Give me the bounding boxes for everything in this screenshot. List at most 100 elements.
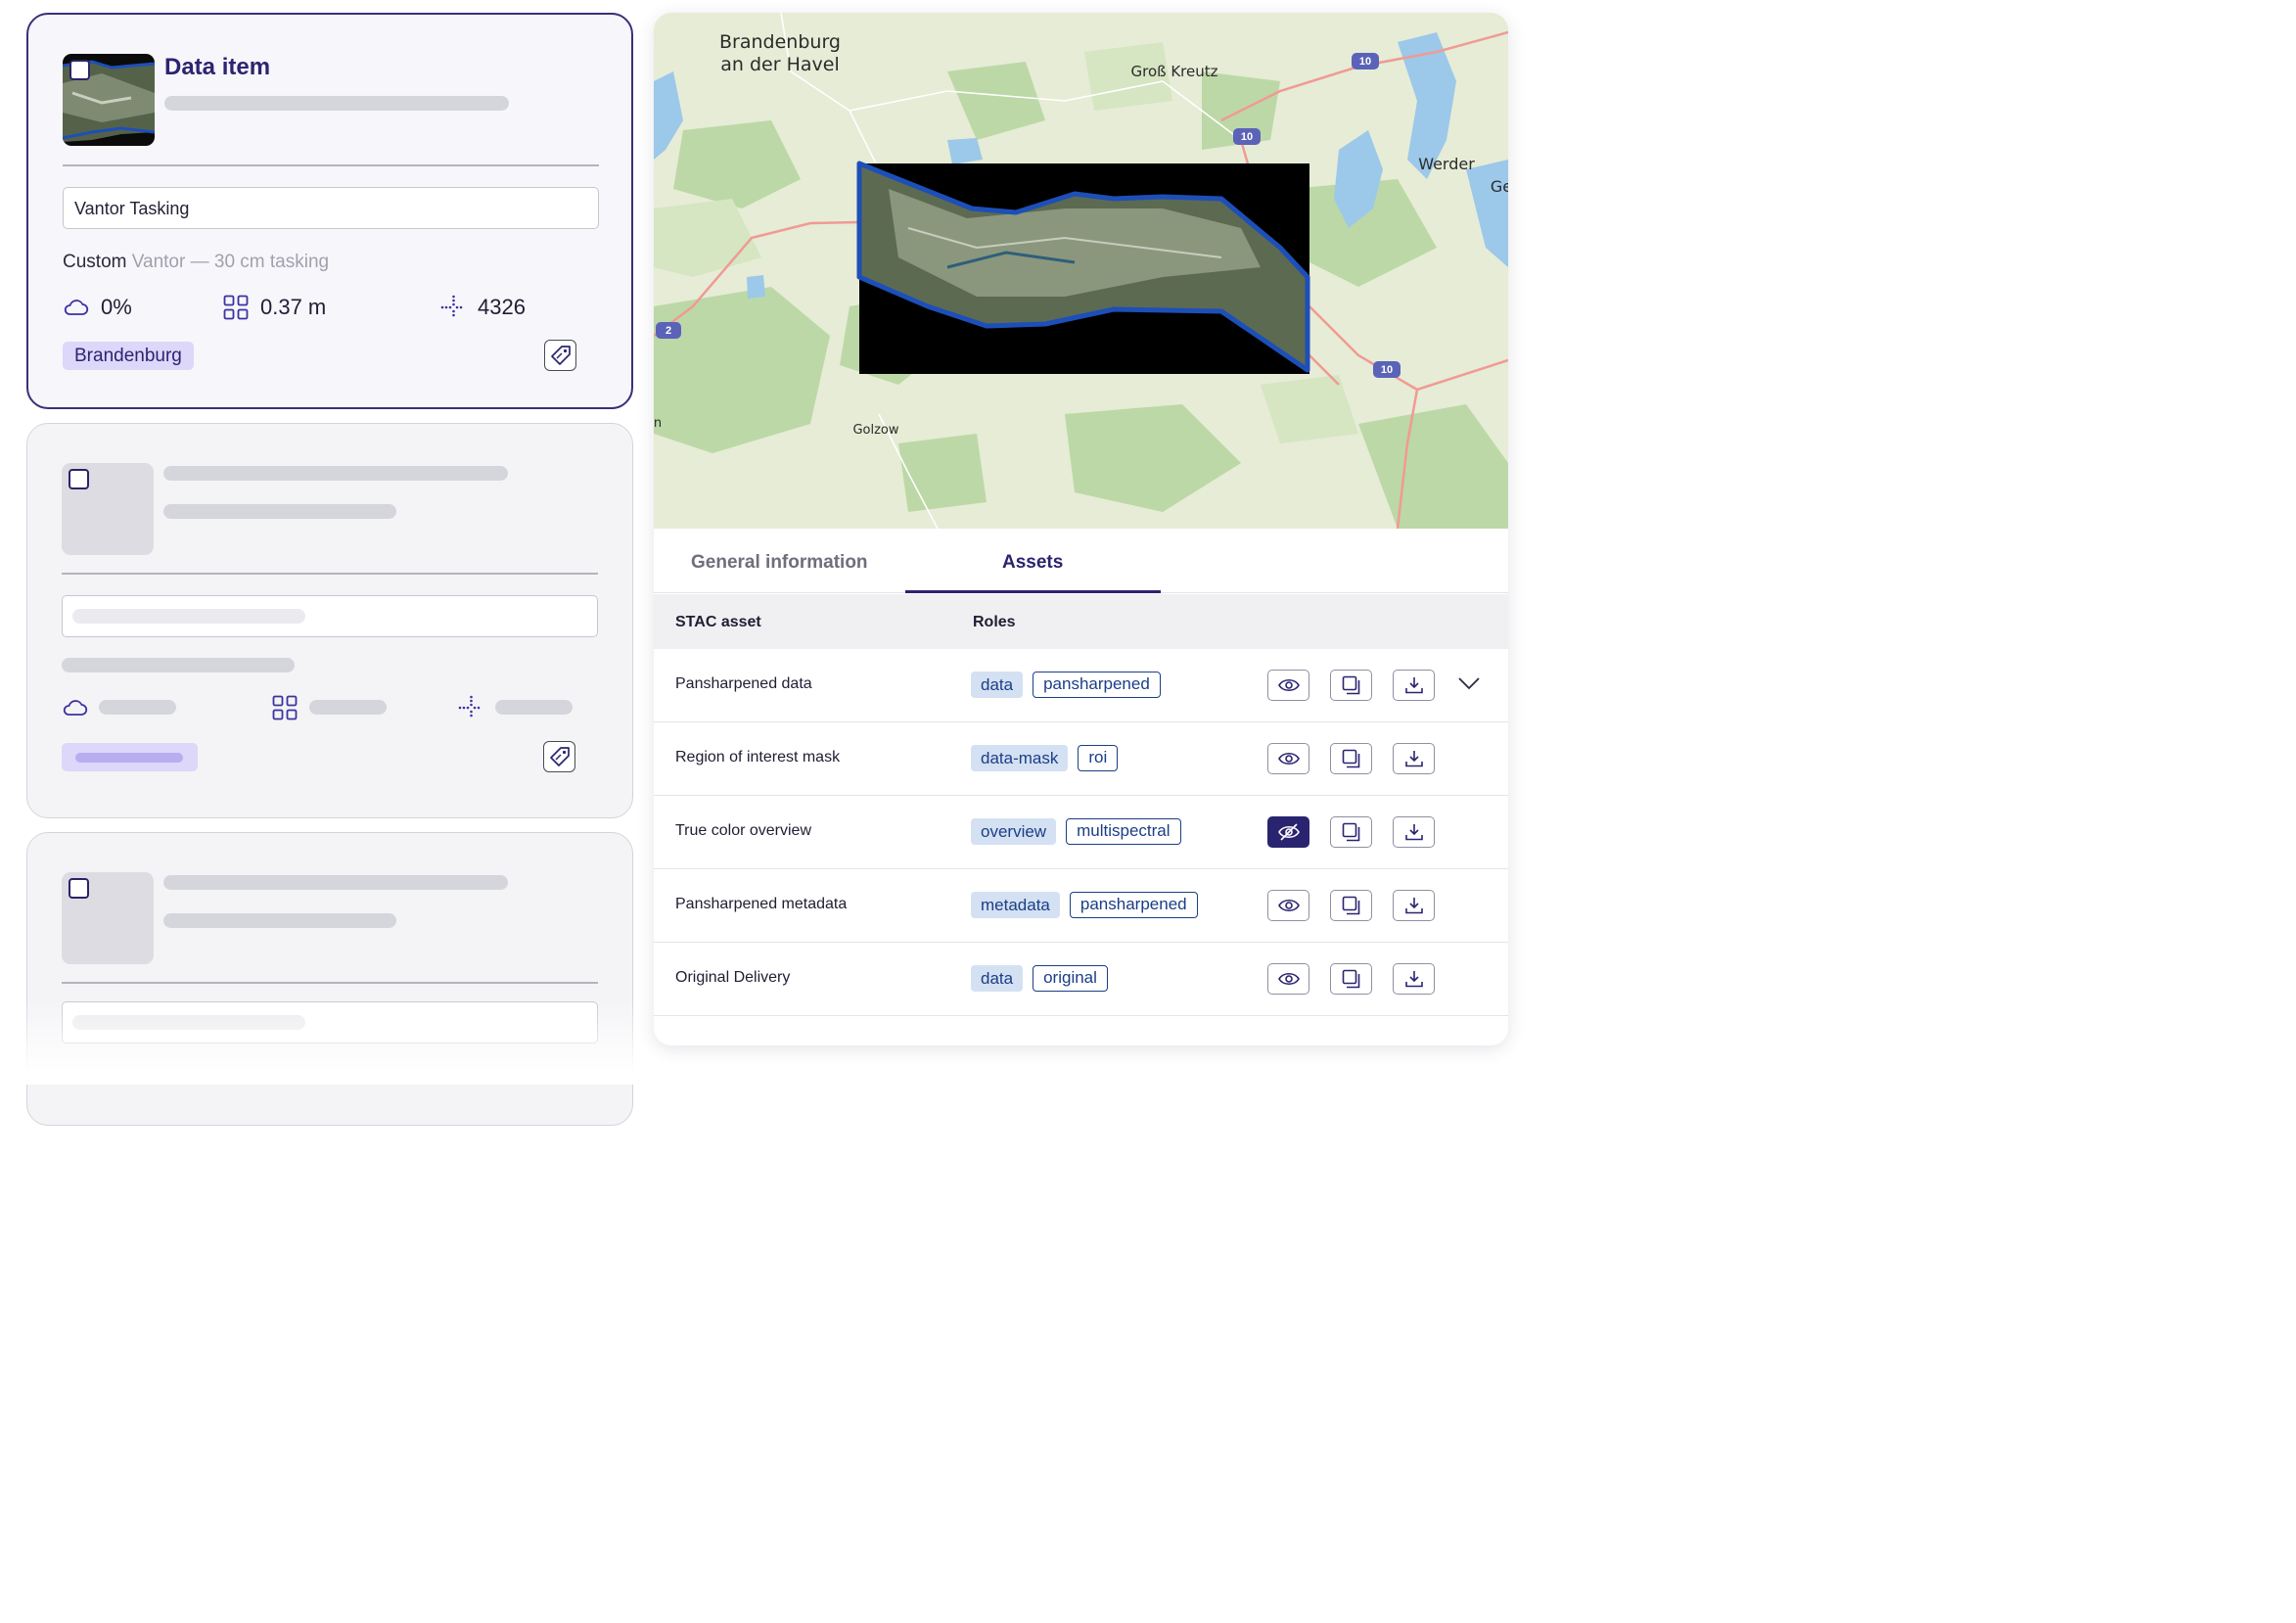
asset-name: Pansharpened data bbox=[675, 675, 812, 692]
eye-icon bbox=[1277, 899, 1300, 912]
detail-panel: 10 10 10 2 Brandenburg an der Havel Groß… bbox=[654, 13, 1508, 1045]
download-button[interactable] bbox=[1393, 963, 1435, 995]
divider bbox=[63, 164, 599, 166]
tag-button[interactable] bbox=[544, 340, 576, 371]
resolution-value: 0.37 m bbox=[260, 295, 327, 319]
download-icon bbox=[1404, 751, 1423, 767]
preview-button[interactable] bbox=[1267, 743, 1309, 774]
copy-button[interactable] bbox=[1330, 963, 1372, 995]
tag-placeholder bbox=[62, 743, 198, 771]
eye-off-icon bbox=[1277, 823, 1300, 841]
column-header-roles: Roles bbox=[973, 614, 1016, 630]
asset-name: True color overview bbox=[675, 822, 812, 839]
tag-button[interactable] bbox=[543, 741, 575, 772]
table-header: STAC asset Roles bbox=[654, 594, 1508, 649]
roles-list: overview multispectral bbox=[971, 818, 1181, 845]
download-icon bbox=[1404, 898, 1423, 914]
divider bbox=[62, 982, 598, 984]
role-badge: multispectral bbox=[1066, 818, 1181, 845]
copy-button[interactable] bbox=[1330, 670, 1372, 701]
roles-list: data pansharpened bbox=[971, 672, 1161, 698]
role-badge: data-mask bbox=[971, 745, 1069, 771]
map-label: Brandenburg bbox=[719, 31, 841, 53]
asset-name: Region of interest mask bbox=[675, 749, 841, 765]
table-row[interactable]: Pansharpened metadata metadata pansharpe… bbox=[654, 869, 1508, 943]
imagery-footprint[interactable] bbox=[856, 161, 1310, 374]
table-row[interactable]: Pansharpened data data pansharpened bbox=[654, 649, 1508, 722]
download-icon bbox=[1404, 824, 1423, 841]
copy-button[interactable] bbox=[1330, 890, 1372, 921]
skeleton-line bbox=[99, 700, 176, 715]
map-label: Groß Kreutz bbox=[1130, 63, 1217, 80]
collection-field[interactable]: Vantor Tasking bbox=[63, 187, 599, 229]
grid-icon bbox=[223, 295, 249, 320]
copy-button[interactable] bbox=[1330, 743, 1372, 774]
chevron-down-icon[interactable] bbox=[1458, 676, 1480, 690]
cloud-cover-value: 0% bbox=[101, 295, 132, 319]
map-label: Golzow bbox=[852, 423, 898, 438]
role-badge: data bbox=[971, 672, 1024, 698]
map-label: Ge bbox=[1491, 177, 1508, 196]
table-row[interactable]: Original Delivery data original bbox=[654, 943, 1508, 1016]
copy-icon bbox=[1342, 749, 1359, 768]
map[interactable]: 10 10 10 2 Brandenburg an der Havel Groß… bbox=[654, 13, 1508, 529]
skeleton-line bbox=[163, 466, 508, 481]
cloud-icon bbox=[63, 700, 88, 716]
tab-assets[interactable]: Assets bbox=[1002, 552, 1063, 574]
preview-button[interactable] bbox=[1267, 963, 1309, 995]
role-badge: pansharpened bbox=[1033, 672, 1161, 698]
download-icon bbox=[1404, 677, 1423, 694]
cloud-icon bbox=[64, 300, 89, 315]
collection-field-value: Vantor Tasking bbox=[74, 199, 190, 218]
roles-list: metadata pansharpened bbox=[971, 892, 1198, 918]
cloud-cover-stat: 0% bbox=[63, 293, 132, 322]
role-badge: data bbox=[971, 965, 1024, 992]
checkbox-icon[interactable] bbox=[69, 60, 90, 80]
map-label: Werder bbox=[1418, 155, 1475, 173]
column-header-asset: STAC asset bbox=[675, 614, 761, 630]
skeleton-line bbox=[163, 504, 396, 519]
download-button[interactable] bbox=[1393, 743, 1435, 774]
tab-general-information[interactable]: General information bbox=[691, 552, 868, 574]
table-row[interactable]: Region of interest mask data-mask roi bbox=[654, 722, 1508, 796]
skeleton-line bbox=[62, 658, 295, 672]
checkbox-icon[interactable] bbox=[69, 469, 89, 489]
preview-button[interactable] bbox=[1267, 890, 1309, 921]
meta-key: Custom bbox=[63, 252, 127, 272]
role-badge: overview bbox=[971, 818, 1057, 845]
roles-list: data-mask roi bbox=[971, 745, 1119, 771]
field-placeholder[interactable] bbox=[62, 595, 598, 637]
roles-list: data original bbox=[971, 965, 1108, 992]
pixel-count-stat: 4326 bbox=[440, 293, 526, 322]
copy-icon bbox=[1342, 822, 1359, 842]
road-shield: 10 bbox=[1359, 56, 1371, 68]
preview-button[interactable] bbox=[1267, 670, 1309, 701]
preview-button-active[interactable] bbox=[1267, 816, 1309, 848]
copy-icon bbox=[1342, 969, 1359, 989]
asset-name: Pansharpened metadata bbox=[675, 896, 848, 912]
role-badge: original bbox=[1033, 965, 1108, 992]
crosshair-icon bbox=[440, 295, 463, 317]
skeleton-line bbox=[309, 700, 387, 715]
download-button[interactable] bbox=[1393, 816, 1435, 848]
copy-button[interactable] bbox=[1330, 816, 1372, 848]
skeleton-line bbox=[72, 609, 305, 624]
table-row[interactable]: True color overview overview multispectr… bbox=[654, 796, 1508, 869]
road-shield: 10 bbox=[1381, 364, 1393, 376]
page: Data item Vantor Tasking Custom Vantor —… bbox=[0, 0, 1535, 1126]
download-icon bbox=[1404, 971, 1423, 988]
checkbox-icon[interactable] bbox=[69, 878, 89, 899]
card-title: Data item bbox=[164, 54, 271, 80]
data-item-card[interactable]: Data item Vantor Tasking Custom Vantor —… bbox=[26, 13, 633, 409]
skeleton-line bbox=[164, 96, 509, 111]
eye-icon bbox=[1277, 678, 1300, 692]
download-button[interactable] bbox=[1393, 670, 1435, 701]
tab-bar: General information Assets bbox=[654, 529, 1508, 593]
data-item-card-placeholder[interactable] bbox=[26, 423, 633, 818]
tag-icon bbox=[549, 747, 570, 766]
road-shield: 10 bbox=[1241, 131, 1253, 143]
meta-value: Vantor — 30 cm tasking bbox=[131, 252, 330, 272]
asset-name: Original Delivery bbox=[675, 969, 791, 986]
location-tag[interactable]: Brandenburg bbox=[63, 342, 194, 370]
download-button[interactable] bbox=[1393, 890, 1435, 921]
